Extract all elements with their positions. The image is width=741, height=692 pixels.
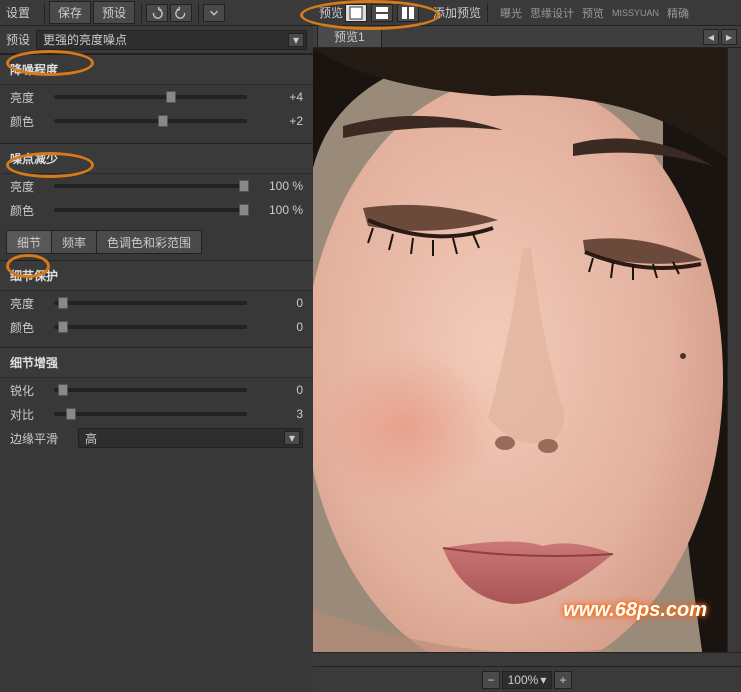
section-noise-level: 降噪程度 [0,54,313,85]
sharpen-slider[interactable] [54,388,247,392]
preset-row: 预设 更强的亮度噪点 ▾ [0,26,313,54]
preview-label: 预览 [319,4,343,21]
dp-color-slider[interactable] [54,325,247,329]
next-tab-button[interactable]: ▸ [721,29,737,45]
preset-label: 预设 [6,31,30,48]
watermark: www.68ps.com [563,599,707,622]
color-slider-row: 颜色 +2 [0,109,313,133]
redo-button[interactable] [170,4,192,22]
prev-tab-button[interactable]: ◂ [703,29,719,45]
undo-button[interactable] [146,4,168,22]
preview-image[interactable]: www.68ps.com [313,48,727,652]
section-detail-enhance: 细节增强 [0,347,313,378]
vertical-scrollbar[interactable] [727,48,741,652]
edge-smooth-select[interactable]: 高 ▾ [78,428,303,448]
chevron-down-icon: ▾ [540,673,546,687]
section-detail-protect: 细节保护 [0,260,313,291]
zoom-in-button[interactable]: + [554,671,572,689]
chevron-down-icon: ▾ [284,431,300,445]
preset-select[interactable]: 更强的亮度噪点 ▾ [36,30,307,50]
preview-tab-bar: 预览1 ◂ ▸ [313,26,741,48]
tab-frequency[interactable]: 频率 [51,230,97,254]
nr-color-slider[interactable] [54,208,247,212]
save-button[interactable]: 保存 [49,1,91,24]
dp-brightness-slider[interactable] [54,301,247,305]
tab-tone[interactable]: 色调色和彩范围 [96,230,202,254]
tab-detail[interactable]: 细节 [6,230,52,254]
color-slider[interactable] [54,119,247,123]
section-noise-reduce: 噪点减少 [0,143,313,174]
contrast-slider[interactable] [54,412,247,416]
left-topbar: 设置 保存 预设 [0,0,313,26]
settings-title: 设置 [6,4,30,21]
view-split-h-icon[interactable] [371,4,393,22]
detail-tabs: 细节 频率 色调色和彩范围 [6,230,307,254]
preset-button[interactable]: 预设 [93,1,135,24]
nr-brightness-slider[interactable] [54,184,247,188]
zoom-value[interactable]: 100%▾ [502,671,552,689]
horizontal-scrollbar[interactable] [313,652,741,666]
add-preview-link[interactable]: 添加预览 [433,4,481,21]
brightness-slider-row: 亮度 +4 [0,85,313,109]
expand-button[interactable] [203,4,225,22]
view-split-v-icon[interactable] [397,4,419,22]
zoom-out-button[interactable]: − [482,671,500,689]
chevron-down-icon: ▾ [288,33,304,47]
preview-tab-1[interactable]: 预览1 [317,25,382,48]
brightness-slider[interactable] [54,95,247,99]
view-single-icon[interactable] [345,4,367,22]
bottom-bar: − 100%▾ + [313,666,741,692]
right-topbar: 预览 添加预览 曝光 思缘设计 预览 MISSYUAN 精确 [313,0,741,26]
